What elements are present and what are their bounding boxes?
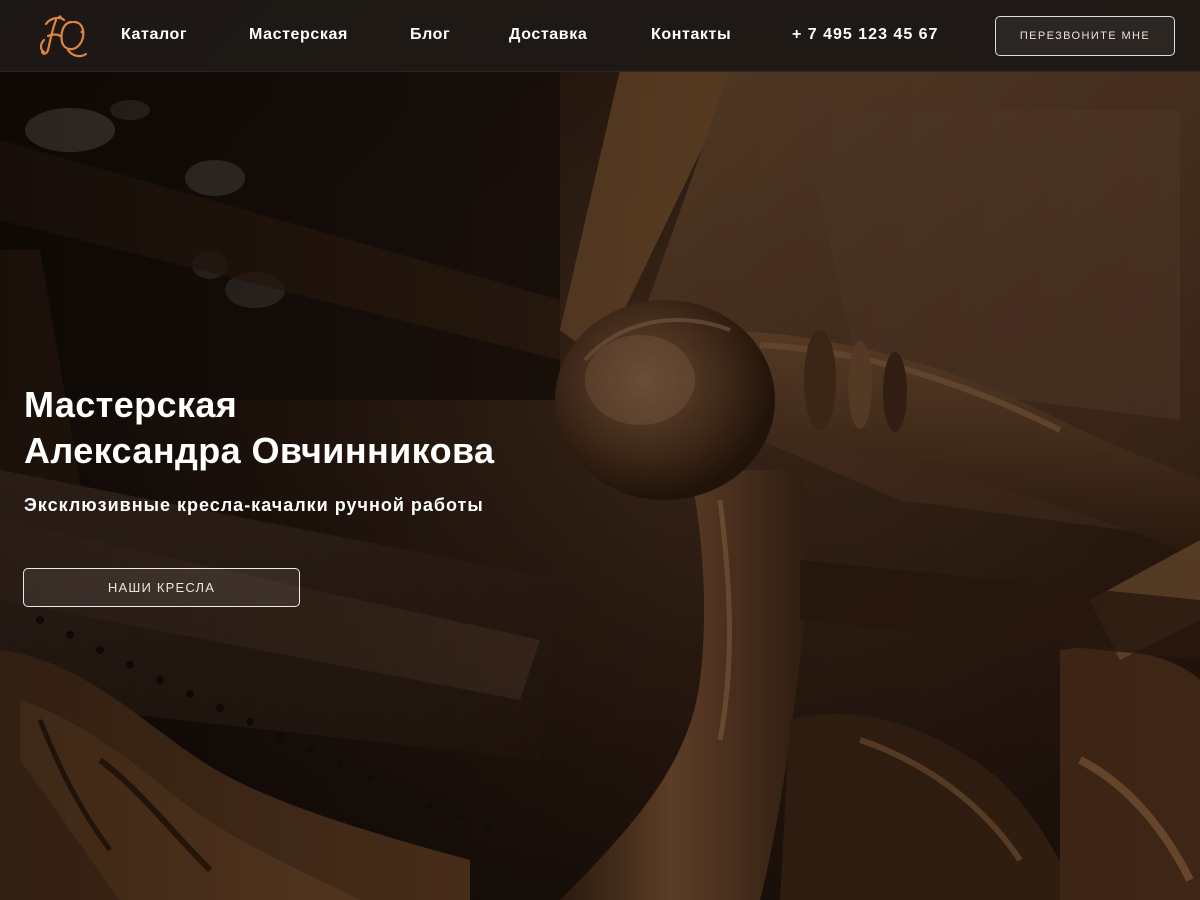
monogram-logo-icon[interactable] — [38, 10, 92, 62]
hero-title-line-1: Мастерская — [24, 384, 238, 425]
phone-link[interactable]: + 7 495 123 45 67 — [792, 24, 938, 46]
nav-item-contacts[interactable]: Контакты — [651, 24, 731, 46]
page: Каталог Мастерская Блог Доставка Контакт… — [0, 0, 1200, 900]
hero-title: Мастерская Александра Овчинникова — [24, 382, 494, 474]
hero-subtitle: Эксклюзивные кресла-качалки ручной работ… — [24, 495, 484, 515]
callback-button[interactable]: ПЕРЕЗВОНИТЕ МНЕ — [995, 16, 1175, 56]
site-header: Каталог Мастерская Блог Доставка Контакт… — [0, 0, 1200, 72]
nav-item-workshop[interactable]: Мастерская — [249, 24, 348, 46]
nav-item-delivery[interactable]: Доставка — [509, 24, 587, 46]
hero-title-line-2: Александра Овчинникова — [24, 430, 495, 471]
nav-item-catalog[interactable]: Каталог — [121, 24, 187, 46]
nav-item-blog[interactable]: Блог — [410, 24, 450, 46]
our-chairs-button[interactable]: НАШИ КРЕСЛА — [23, 568, 300, 607]
